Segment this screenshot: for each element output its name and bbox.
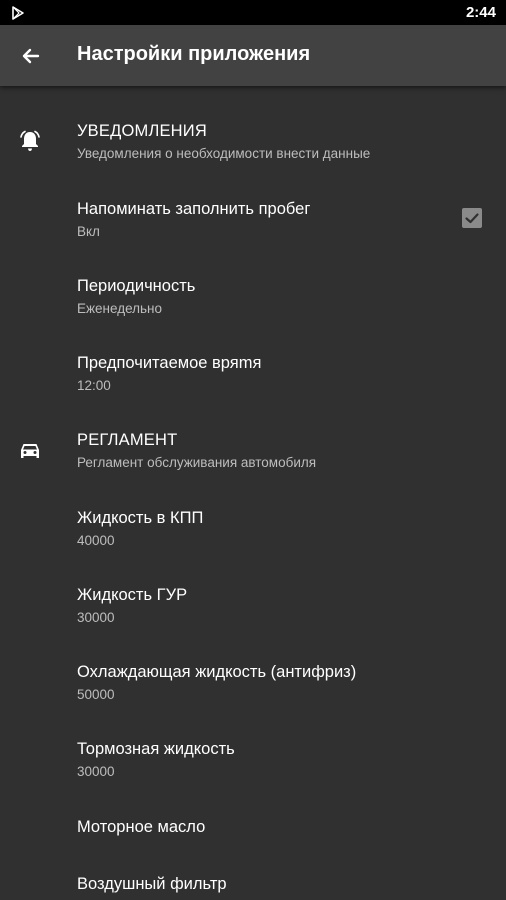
pref-summary: 50000 xyxy=(77,687,115,702)
category-title: РЕГЛАМЕНТ xyxy=(77,431,178,449)
pref-period[interactable]: Периодичность Еженедельно xyxy=(77,276,477,318)
reminder-checkbox[interactable] xyxy=(462,208,482,228)
pref-air-filter[interactable]: Воздушный фильтр xyxy=(77,874,477,894)
pref-summary: 30000 xyxy=(77,610,115,625)
category-schedule: РЕГЛАМЕНТ Регламент обслуживания автомоб… xyxy=(77,430,477,472)
arrow-back-icon[interactable] xyxy=(16,41,46,71)
pref-gearbox-fluid[interactable]: Жидкость в КПП 40000 xyxy=(77,508,477,550)
pref-summary: 30000 xyxy=(77,764,115,779)
category-notifications: УВЕДОМЛЕНИЯ Уведомления о необходимости … xyxy=(77,121,477,163)
pref-title: Воздушный фильтр xyxy=(77,875,227,893)
category-title: УВЕДОМЛЕНИЯ xyxy=(77,122,207,140)
pref-summary: Вкл xyxy=(77,224,100,239)
category-summary: Регламент обслуживания автомобиля xyxy=(77,455,317,470)
pref-title: Предпочитаемое вряmя xyxy=(77,354,262,372)
pref-title: Напоминать заполнить пробег xyxy=(77,200,311,218)
bell-icon xyxy=(20,130,40,151)
play-store-icon xyxy=(12,6,24,20)
pref-title: Охлаждающая жидкость (антифриз) xyxy=(77,663,357,681)
car-icon xyxy=(21,444,39,458)
pref-title: Жидкость в КПП xyxy=(77,509,204,527)
pref-preferred-time[interactable]: Предпочитаемое вряmя 12:00 xyxy=(77,353,477,395)
pref-title: Периодичность xyxy=(77,277,196,295)
app-bar: Настройки приложения xyxy=(0,25,506,86)
pref-coolant[interactable]: Охлаждающая жидкость (антифриз) 50000 xyxy=(77,662,477,704)
check-icon xyxy=(465,213,479,224)
status-time: 2:44 xyxy=(465,4,496,21)
pref-reminder[interactable]: Напоминать заполнить пробег Вкл xyxy=(77,199,477,241)
pref-summary: Еженедельно xyxy=(77,301,163,316)
pref-summary: 12:00 xyxy=(77,378,111,393)
pref-title: Жидкость ГУР xyxy=(77,586,188,604)
page-title: Настройки приложения xyxy=(77,43,311,65)
pref-brake-fluid[interactable]: Тормозная жидкость 30000 xyxy=(77,739,477,781)
status-bar: 2:44 xyxy=(0,0,506,25)
pref-title: Тормозная жидкость xyxy=(77,740,235,758)
pref-summary: 40000 xyxy=(77,533,115,548)
category-summary: Уведомления о необходимости внести данны… xyxy=(77,146,371,161)
pref-title: Моторное масло xyxy=(77,818,206,836)
pref-power-steering-fluid[interactable]: Жидкость ГУР 30000 xyxy=(77,585,477,627)
pref-engine-oil[interactable]: Моторное масло xyxy=(77,817,477,837)
